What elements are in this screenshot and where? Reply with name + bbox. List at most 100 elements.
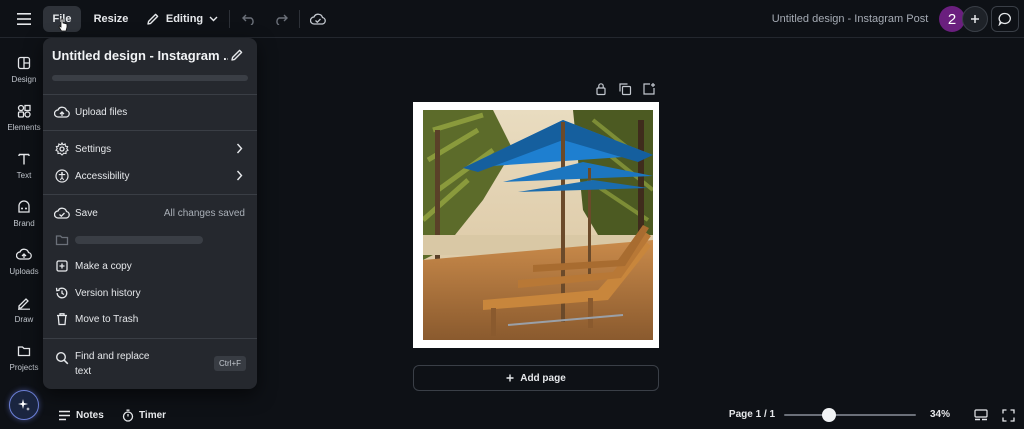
redo-icon: [276, 14, 288, 25]
cloud-upload-icon: [54, 106, 70, 118]
add-collaborator-button[interactable]: [962, 6, 988, 32]
menu-item-label: Save: [75, 207, 98, 219]
projects-icon: [17, 346, 31, 357]
design-page[interactable]: [413, 102, 659, 348]
history-icon: [55, 287, 68, 299]
pencil-icon: [231, 49, 243, 61]
add-page-quick-button[interactable]: [642, 82, 658, 98]
save-status: All changes saved: [163, 207, 245, 219]
menu-divider: [43, 130, 257, 131]
search-icon: [55, 351, 69, 365]
rail-item-brand[interactable]: Brand: [0, 196, 48, 240]
chevron-right-icon: [236, 170, 243, 181]
gear-icon: [55, 142, 69, 156]
plus-icon: [971, 15, 979, 23]
top-bar: File Resize Editing Untitled design - In…: [0, 0, 1024, 38]
rail-item-projects[interactable]: Projects: [0, 340, 48, 384]
menu-divider: [43, 194, 257, 195]
timer-label: Timer: [139, 409, 167, 421]
menu-item-label: Make a copy: [75, 260, 132, 272]
chevron-right-icon: [236, 143, 243, 154]
grid-view-button[interactable]: [972, 407, 990, 423]
duplicate-page-button[interactable]: [618, 82, 634, 98]
resize-label: Resize: [93, 13, 129, 25]
uploads-icon: [16, 248, 32, 260]
rail-label-design: Design: [11, 75, 37, 84]
rail-item-design[interactable]: Design: [0, 52, 48, 96]
cursor-pointer-icon: [58, 18, 68, 32]
find-replace-line-2: text: [75, 366, 92, 377]
rail-item-text[interactable]: Text: [0, 148, 48, 192]
timer-icon: [122, 409, 134, 422]
toolbar-divider: [229, 10, 230, 28]
menu-item-save[interactable]: Save All changes saved: [43, 201, 257, 225]
redo-button[interactable]: [270, 6, 292, 32]
undo-icon: [242, 14, 254, 25]
hamburger-icon: [17, 13, 31, 25]
fullscreen-icon: [1001, 408, 1015, 422]
rail-item-uploads[interactable]: Uploads: [0, 244, 48, 288]
plus-icon: [506, 374, 514, 382]
sparkle-icon: [18, 399, 30, 411]
text-icon: [18, 153, 30, 165]
design-icon: [17, 56, 31, 70]
cloud-check-icon: [310, 13, 326, 25]
menu-item-move-to-trash[interactable]: Move to Trash: [43, 307, 257, 331]
page-tools: [594, 82, 658, 98]
zoom-slider-track[interactable]: [784, 414, 916, 416]
find-replace-line-1: Find and replace: [75, 351, 150, 362]
document-title[interactable]: Untitled design - Instagram Post: [740, 6, 960, 32]
beach-photo-image: [423, 110, 653, 340]
grid-view-icon: [974, 408, 988, 420]
file-menu-title[interactable]: Untitled design - Instagram ...: [52, 48, 228, 63]
fullscreen-button[interactable]: [999, 407, 1017, 423]
notes-label: Notes: [76, 409, 104, 421]
lock-icon: [596, 83, 606, 96]
menu-item-upload-files[interactable]: Upload files: [43, 100, 257, 124]
menu-item-accessibility[interactable]: Accessibility: [43, 164, 257, 188]
cloud-sync-button[interactable]: [306, 6, 330, 32]
beach-umbrella-photo[interactable]: [423, 110, 653, 340]
rail-item-draw[interactable]: Draw: [0, 292, 48, 336]
menu-item-version-history[interactable]: Version history: [43, 281, 257, 305]
editing-mode-dropdown[interactable]: Editing: [144, 6, 220, 32]
menu-item-make-a-copy[interactable]: Make a copy: [43, 254, 257, 278]
magic-assistant-button[interactable]: [9, 390, 39, 420]
add-page-icon: [643, 83, 655, 95]
accessibility-icon: [55, 169, 69, 183]
comments-button[interactable]: [991, 6, 1019, 32]
toolbar-divider: [299, 10, 300, 28]
menu-item-find-and-replace[interactable]: Find and replace text Ctrl+F: [43, 346, 257, 382]
zoom-level[interactable]: 34%: [930, 406, 950, 424]
menu-item-folder[interactable]: [43, 228, 257, 252]
menu-item-label: Version history: [75, 287, 141, 299]
resize-button[interactable]: Resize: [90, 6, 132, 32]
rail-item-elements[interactable]: Elements: [0, 100, 48, 144]
main-menu-button[interactable]: [12, 6, 36, 32]
add-page-button[interactable]: Add page: [413, 365, 659, 391]
menu-divider: [43, 338, 257, 339]
pencil-icon: [147, 13, 159, 25]
cloud-check-icon: [54, 207, 70, 219]
notes-button[interactable]: Notes: [58, 406, 104, 424]
rail-label-draw: Draw: [14, 315, 34, 324]
editing-label: Editing: [165, 13, 204, 25]
zoom-slider-thumb[interactable]: [821, 408, 836, 422]
rename-button[interactable]: [230, 48, 244, 62]
comment-icon: [998, 12, 1011, 26]
duplicate-icon: [619, 83, 632, 96]
loading-placeholder-bar: [52, 75, 248, 81]
rail-label-brand: Brand: [13, 219, 35, 228]
draw-icon: [18, 298, 30, 310]
timer-button[interactable]: Timer: [122, 406, 166, 424]
menu-item-label: Accessibility: [75, 170, 130, 182]
undo-button[interactable]: [238, 6, 260, 32]
menu-item-label: Upload files: [75, 106, 128, 118]
menu-item-label: Move to Trash: [75, 313, 139, 325]
add-page-label: Add page: [520, 372, 566, 384]
menu-item-settings[interactable]: Settings: [43, 137, 257, 161]
trash-icon: [57, 313, 67, 326]
lock-page-button[interactable]: [594, 82, 610, 98]
page-count[interactable]: Page 1 / 1: [722, 406, 782, 424]
elements-icon: [17, 104, 31, 118]
